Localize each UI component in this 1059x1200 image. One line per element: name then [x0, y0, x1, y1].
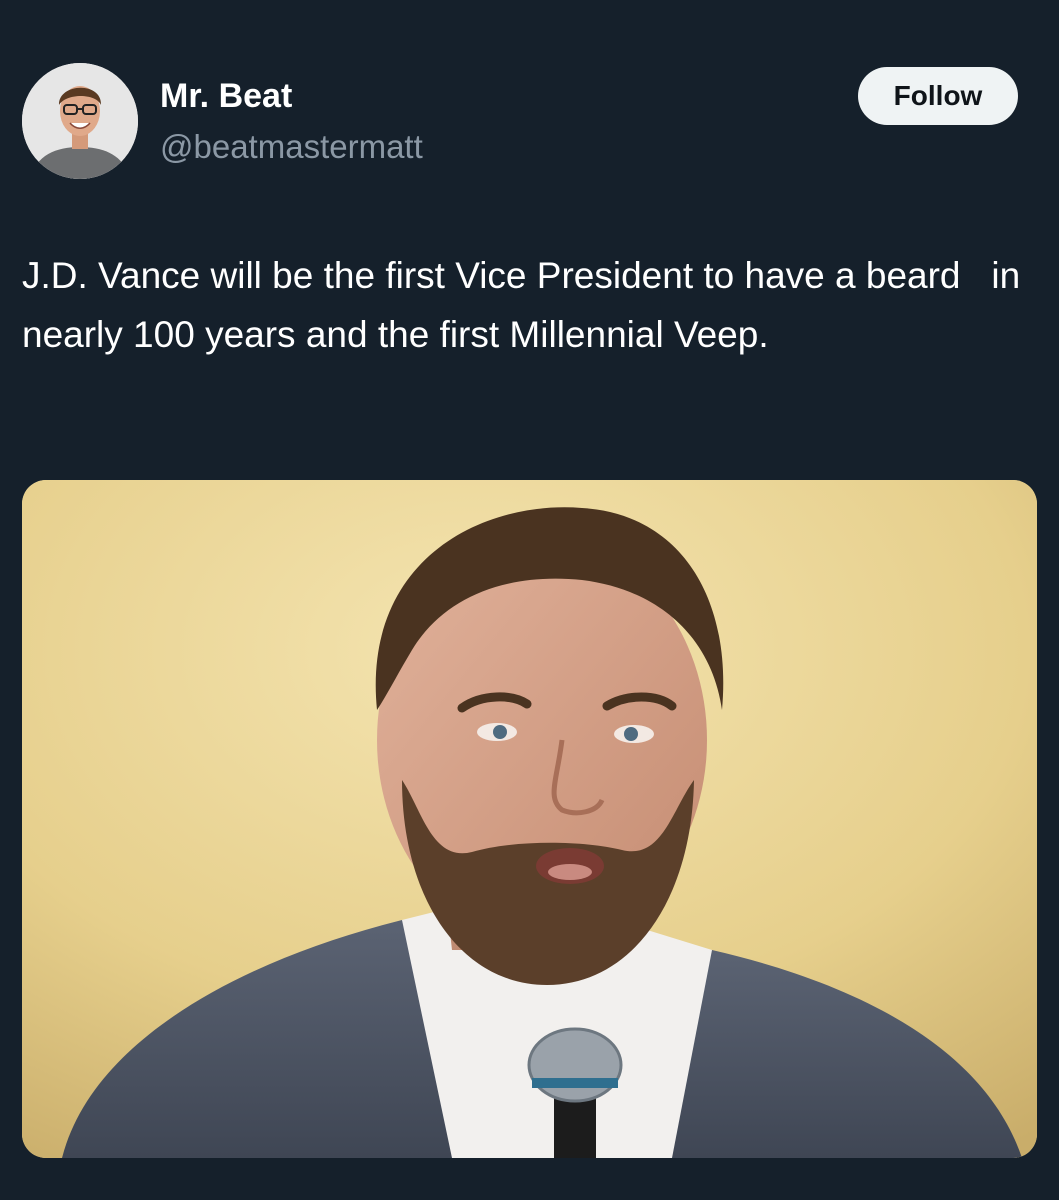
author-handle[interactable]: @beatmastermatt [160, 127, 423, 167]
tweet-card[interactable]: Mr. Beat @beatmastermatt Follow J.D. Van… [0, 0, 1059, 1200]
tweet-text: J.D. Vance will be the first Vice Presid… [22, 255, 1031, 355]
tweet-media-photo[interactable] [22, 480, 1037, 1158]
author-avatar[interactable] [22, 63, 138, 179]
avatar-photo-icon [22, 63, 138, 179]
follow-button[interactable]: Follow [858, 67, 1018, 125]
portrait-photo-icon [22, 480, 1037, 1158]
author-display-name[interactable]: Mr. Beat [160, 76, 292, 116]
